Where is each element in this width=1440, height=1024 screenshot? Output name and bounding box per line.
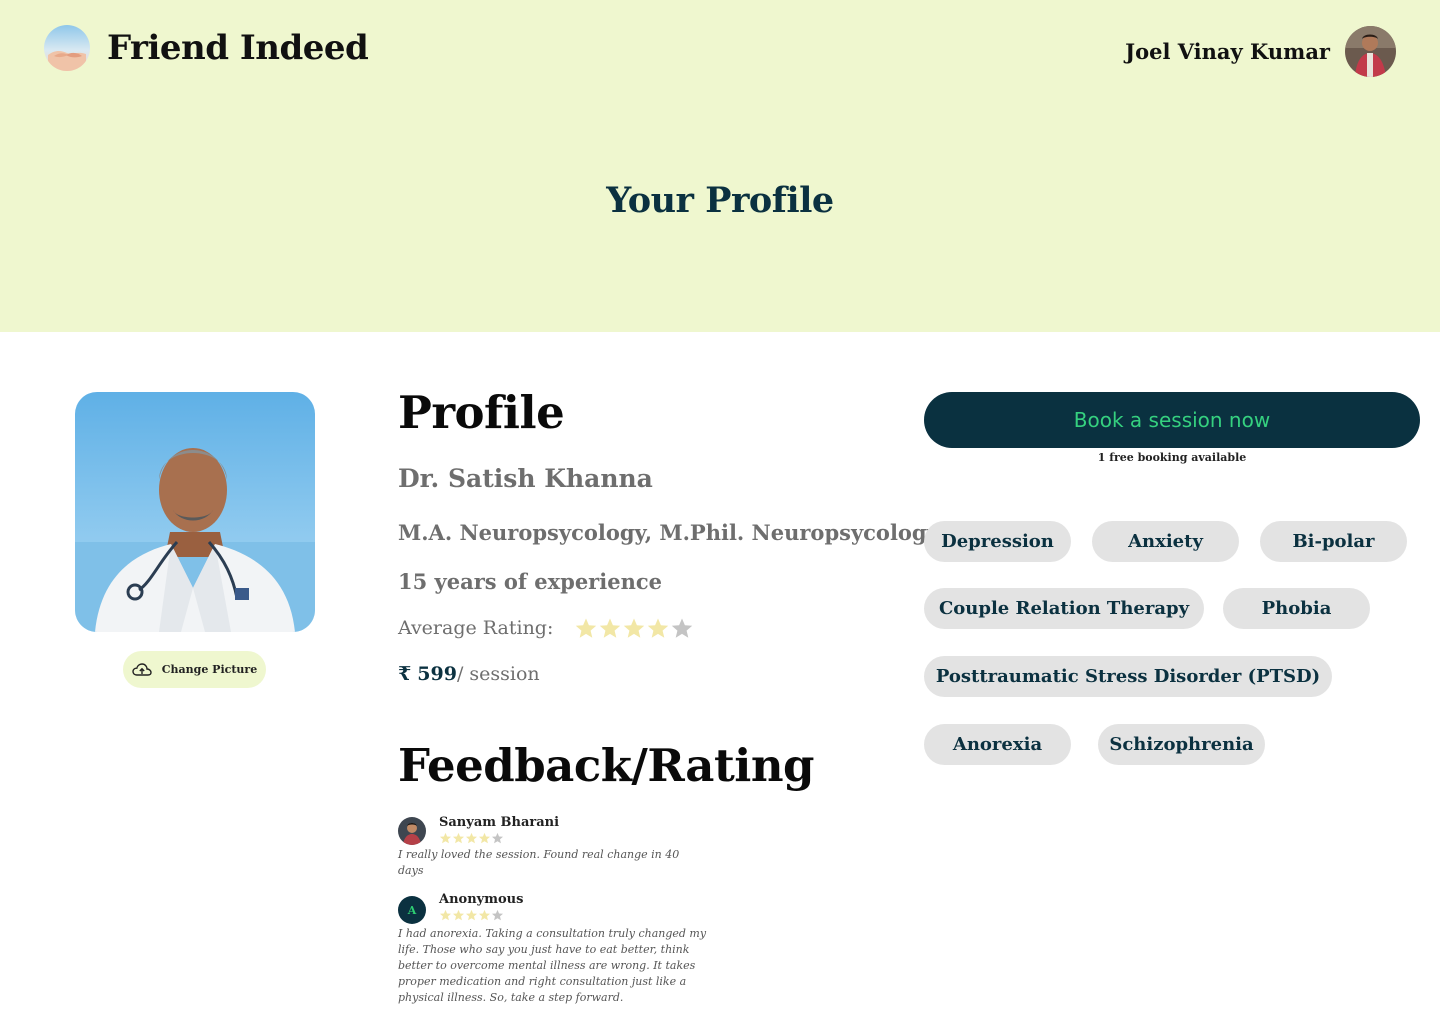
review-item: A Anonymous I had anorexia. Taking a con…: [398, 892, 708, 1006]
cloud-upload-icon: [132, 662, 152, 676]
doctor-qualification: M.A. Neuropsycology, M.Phil. Neuropsycol…: [398, 520, 939, 545]
price-amount: 599: [417, 663, 457, 685]
average-rating-label: Average Rating:: [398, 617, 554, 639]
star-icon: [491, 909, 504, 921]
tag-schizophrenia[interactable]: Schizophrenia: [1098, 724, 1265, 765]
holding-hands-logo-icon: [44, 25, 90, 71]
profile-heading: Profile: [398, 386, 565, 439]
free-booking-note: 1 free booking available: [1097, 451, 1247, 464]
change-picture-label: Change Picture: [161, 663, 258, 676]
review-stars: [439, 832, 559, 844]
change-picture-button[interactable]: Change Picture: [123, 651, 266, 688]
doctor-name: Dr. Satish Khanna: [398, 464, 653, 493]
star-icon: [648, 618, 669, 638]
user-name: Joel Vinay Kumar: [1125, 39, 1330, 64]
tag-anorexia[interactable]: Anorexia: [924, 724, 1071, 765]
brand[interactable]: Friend Indeed: [44, 25, 369, 71]
star-icon: [478, 909, 491, 921]
average-rating-stars: [574, 617, 694, 639]
tag-ptsd[interactable]: Posttraumatic Stress Disorder (PTSD): [924, 656, 1332, 697]
tag-couple-relation-therapy[interactable]: Couple Relation Therapy: [924, 588, 1204, 629]
review-text: I really loved the session. Found real c…: [398, 848, 680, 877]
star-icon: [465, 909, 478, 921]
star-icon: [478, 832, 491, 844]
star-icon: [439, 909, 452, 921]
tag-bi-polar[interactable]: Bi-polar: [1260, 521, 1407, 562]
star-icon: [439, 832, 452, 844]
profile-photo: [75, 392, 315, 632]
hero-banner: Friend Indeed Joel Vinay Kumar Your Prof…: [0, 0, 1440, 332]
star-icon: [624, 618, 645, 638]
currency-symbol: ₹: [398, 663, 412, 685]
review-text: I had anorexia. Taking a consultation tr…: [398, 927, 707, 1004]
brand-name: Friend Indeed: [107, 28, 369, 68]
star-icon: [452, 909, 465, 921]
star-icon: [491, 832, 504, 844]
price-suffix: / session: [456, 663, 540, 685]
reviewer-avatar: [398, 817, 426, 845]
tag-anxiety[interactable]: Anxiety: [1092, 521, 1239, 562]
book-session-button[interactable]: Book a session now: [924, 392, 1420, 448]
star-icon: [576, 618, 597, 638]
feedback-heading: Feedback/Rating: [398, 739, 815, 792]
star-icon: [465, 832, 478, 844]
tag-phobia[interactable]: Phobia: [1223, 588, 1370, 629]
tag-depression[interactable]: Depression: [924, 521, 1071, 562]
user-menu[interactable]: Joel Vinay Kumar: [1125, 26, 1396, 77]
average-rating: Average Rating:: [398, 617, 694, 639]
reviewer-name: Sanyam Bharani: [439, 815, 560, 830]
review-stars: [439, 909, 523, 921]
page-title: Your Profile: [606, 180, 834, 221]
user-avatar[interactable]: [1345, 26, 1396, 77]
star-icon: [452, 832, 465, 844]
doctor-experience: 15 years of experience: [398, 569, 662, 594]
reviewer-name: Anonymous: [439, 892, 524, 907]
star-icon: [600, 618, 621, 638]
review-item: Sanyam Bharani I really loved the sessio…: [398, 815, 708, 879]
reviewer-avatar: A: [398, 896, 426, 924]
star-icon: [672, 618, 693, 638]
session-price: ₹ 599/ session: [398, 663, 540, 685]
